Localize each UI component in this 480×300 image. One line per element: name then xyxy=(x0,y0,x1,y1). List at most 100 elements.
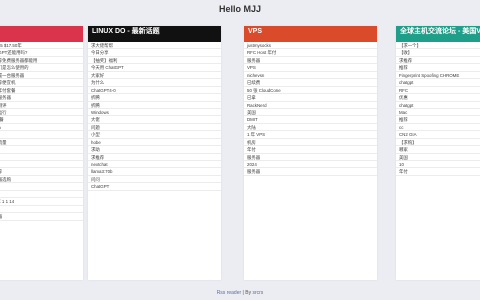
feed-item-title[interactable]: justmysocks xyxy=(247,43,271,48)
feed-item-title[interactable]: CF套餐 xyxy=(0,117,4,122)
feed-item[interactable]: 已拿 xyxy=(244,94,377,102)
feed-item[interactable]: 大佬 xyxy=(88,116,221,124)
feed-item[interactable]: DMIT xyxy=(244,116,377,124)
feed-item[interactable]: 求推荐免费服务器都能用 xyxy=(0,57,83,65)
feed-item-title[interactable]: 推荐 xyxy=(399,65,408,70)
feed-item[interactable]: 今日分享 xyxy=(88,49,221,57)
feed-item-title[interactable]: RackNerd xyxy=(247,103,267,108)
feed-item[interactable]: 年付$5 $17.50年 xyxy=(0,42,83,50)
feed-item[interactable]: 10 xyxy=(396,161,480,169)
feed-item-title[interactable]: 服务器选购 xyxy=(0,177,11,182)
feed-item-title[interactable]: 求配置一台服务器 xyxy=(0,73,24,78)
feed-item[interactable]: 折腾 xyxy=(88,94,221,102)
feed-item-title[interactable]: 小型 xyxy=(91,132,100,137)
feed-item-title[interactable]: 求推荐 xyxy=(91,155,104,160)
feed-item[interactable]: 服务器 xyxy=(244,168,377,176)
feed-item-title[interactable]: 大佬们是怎么使用的 xyxy=(0,65,29,70)
feed-item-title[interactable]: 求大佬帮帮 xyxy=(91,43,113,48)
column-title[interactable]: LINUX DO - 最新话题 xyxy=(92,28,217,36)
feed-item[interactable]: CF套餐 xyxy=(0,116,83,124)
feed-item-title[interactable]: 服务器 xyxy=(0,214,2,219)
feed-item-title[interactable]: 2024 xyxy=(247,162,257,167)
feed-item[interactable]: RFC Host 年付 xyxy=(244,49,377,57)
feed-item[interactable]: 3 5 年 1 1 14 xyxy=(0,198,83,206)
feed-item-title[interactable]: 3 5 年 1 1 14 xyxy=(0,199,14,204)
feed-item-title[interactable]: 推荐 xyxy=(399,117,408,122)
feed-item[interactable]: 域名 xyxy=(0,161,83,169)
feed-item-title[interactable]: 年付$5 $17.50年 xyxy=(0,43,22,48)
author-link[interactable]: srcrs xyxy=(252,290,263,296)
feed-item-title[interactable]: 大家好 xyxy=(91,73,104,78)
feed-item[interactable]: VPS运行 xyxy=(0,109,83,117)
feed-item[interactable]: 问题 xyxy=(0,154,83,161)
feed-item[interactable]: 求推荐 xyxy=(88,154,221,161)
feed-item[interactable]: 为什么 xyxy=(88,79,221,87)
feed-item-title[interactable]: 问题 xyxy=(91,125,100,130)
feed-item[interactable]: 【求购】 xyxy=(396,139,480,147)
feed-item[interactable]: 到底 xyxy=(0,206,83,214)
feed-item-title[interactable]: 求推荐免费服务器都能用 xyxy=(0,58,37,63)
feed-item-title[interactable]: 问问 xyxy=(91,177,100,182)
feed-item-title[interactable]: chatgpt xyxy=(399,103,413,108)
feed-item[interactable]: 推荐年付套餐 xyxy=(0,87,83,95)
feed-item-title[interactable]: VPS xyxy=(247,65,256,70)
feed-item[interactable]: chatgpt xyxy=(396,79,480,87)
feed-item[interactable]: 年付 xyxy=(396,168,480,176)
feed-item-title[interactable]: 已拿 xyxy=(247,95,256,100)
feed-item[interactable]: 美国 xyxy=(396,154,480,161)
feed-item-title[interactable]: Fingerprint Spoofing CHROME xyxy=(399,73,459,78)
feed-item-title[interactable]: 【抽奖】福利 xyxy=(91,58,117,63)
feed-item[interactable]: 问题 xyxy=(88,124,221,132)
feed-item[interactable]: 今天用 ChatGPT xyxy=(88,64,221,72)
feed-item[interactable]: 测试 xyxy=(0,183,83,191)
feed-item-title[interactable]: 50 张 CloudCone xyxy=(247,88,281,93)
feed-item[interactable]: 服务器选购 xyxy=(0,176,83,184)
feed-item-title[interactable]: 服务器 xyxy=(247,58,260,63)
feed-item[interactable]: IP xyxy=(0,131,83,139)
feed-item-title[interactable]: 【求购】 xyxy=(399,140,417,145)
feed-item-title[interactable]: nextchat xyxy=(91,162,108,167)
feed-item[interactable]: 大陆 xyxy=(244,124,377,132)
feed-item-title[interactable]: 求推荐 xyxy=(0,169,2,174)
feed-item-title[interactable]: 【求一个】 xyxy=(399,43,421,48)
feed-item[interactable]: CN2 GIA xyxy=(396,131,480,139)
feed-item-title[interactable]: chatgpt xyxy=(399,80,413,85)
feed-item[interactable]: 美国 xyxy=(244,109,377,117)
feed-item[interactable]: Mac xyxy=(396,109,480,117)
feed-item-title[interactable]: ChatGPT xyxy=(91,184,109,189)
feed-item[interactable]: 年付 xyxy=(244,146,377,154)
feed-item[interactable]: 哪家 xyxy=(396,146,480,154)
feed-item[interactable]: 上下流量 xyxy=(0,139,83,147)
feed-item[interactable]: ChatGPT还能用吗? xyxy=(0,49,83,57)
feed-item[interactable]: 【收】 xyxy=(396,49,480,57)
feed-item[interactable]: 问问 xyxy=(88,176,221,184)
feed-item-title[interactable]: 10 xyxy=(399,162,404,167)
feed-item-title[interactable]: DMIT xyxy=(247,117,258,122)
feed-item-title[interactable]: 机房 xyxy=(247,140,256,145)
rss-reader-link[interactable]: Rss reader xyxy=(217,290,241,296)
feed-item-title[interactable]: 大佬 xyxy=(91,117,100,122)
feed-item[interactable]: nichevsn xyxy=(244,72,377,80)
feed-item[interactable]: 公益服务器 xyxy=(0,94,83,102)
feed-item-title[interactable]: llama3:70b xyxy=(91,169,112,174)
feed-item[interactable]: llama3:70b xyxy=(88,168,221,176)
feed-item[interactable]: 推荐 xyxy=(0,191,83,199)
feed-item[interactable]: 小鸡测评 xyxy=(0,102,83,109)
feed-item[interactable]: 2024 xyxy=(244,161,377,169)
feed-item-title[interactable]: 推荐年付套餐 xyxy=(0,88,15,93)
feed-item[interactable]: ChatGPT4-0 xyxy=(88,87,221,95)
feed-item[interactable]: 【求一个】 xyxy=(396,42,480,50)
feed-item-title[interactable]: ChatGPT还能用吗? xyxy=(0,50,27,55)
feed-item-title[interactable]: CN2 GIA xyxy=(399,132,417,137)
feed-item[interactable]: 服务器 xyxy=(0,213,83,221)
feed-item-title[interactable]: 上下流量 xyxy=(0,140,7,145)
feed-item[interactable]: cc xyxy=(396,124,480,132)
feed-item[interactable]: chatgpt xyxy=(396,102,480,109)
feed-item[interactable]: 1 年 VPS xyxy=(244,131,377,139)
feed-item-title[interactable]: 今天用 ChatGPT xyxy=(91,65,124,70)
feed-item[interactable]: 【抽奖】福利 xyxy=(88,57,221,65)
feed-item[interactable]: 大家好 xyxy=(88,72,221,80)
feed-item-title[interactable]: 1 年 VPS xyxy=(247,132,265,137)
feed-item[interactable]: 流量 xyxy=(0,146,83,154)
feed-item[interactable]: Windows xyxy=(88,109,221,117)
